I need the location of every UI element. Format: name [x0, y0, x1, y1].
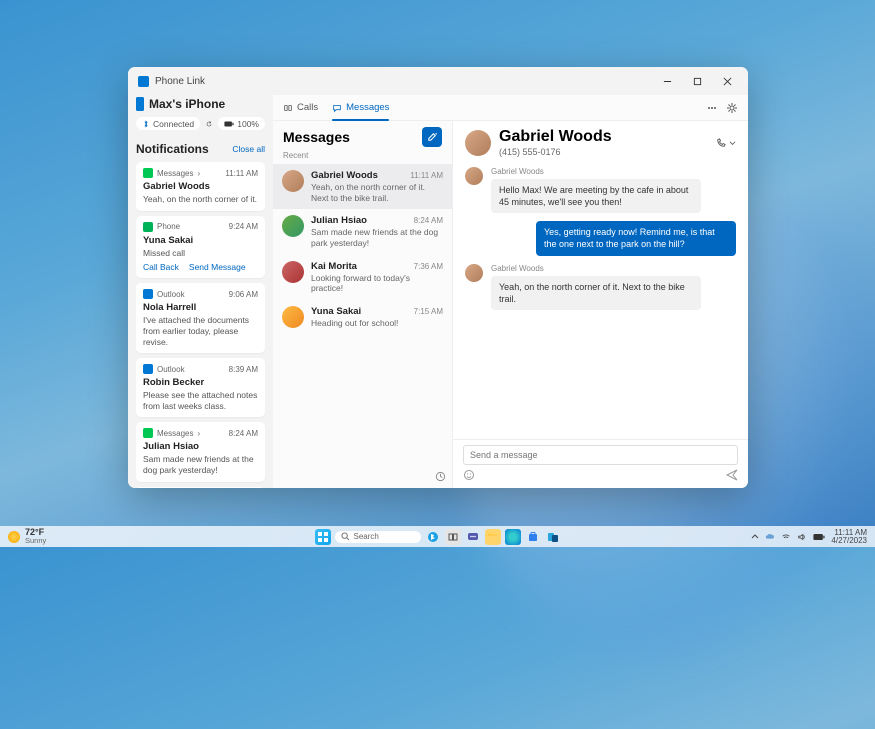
chat-app-icon[interactable]	[465, 529, 481, 545]
left-panel: Max's iPhone Connected 100% Notification…	[128, 95, 273, 488]
avatar	[282, 306, 304, 328]
notification-card[interactable]: Messages›11:11 AM Gabriel Woods Yeah, on…	[136, 162, 265, 211]
conversation-item[interactable]: Kai Morita7:36 AM Looking forward to tod…	[273, 255, 452, 300]
chat-avatar	[465, 130, 491, 156]
bing-chat-icon[interactable]	[425, 529, 441, 545]
sync-icon[interactable]	[435, 471, 446, 482]
chevron-up-icon[interactable]	[751, 533, 759, 541]
settings-icon[interactable]	[726, 102, 738, 114]
task-view-icon[interactable]	[445, 529, 461, 545]
device-status: Connected 100%	[136, 117, 265, 138]
messages-icon	[143, 428, 153, 438]
call-back-button[interactable]: Call Back	[143, 262, 179, 272]
messages-header: Messages	[283, 129, 350, 145]
notification-card[interactable]: Outlook9:06 AM Nola Harrell I've attache…	[136, 283, 265, 353]
notifications-header: Notifications	[136, 142, 209, 156]
chat-header: Gabriel Woods (415) 555-0176	[453, 121, 748, 163]
message-list: Gabriel Woods Hello Max! We are meeting …	[453, 163, 748, 439]
message-input[interactable]	[463, 445, 738, 465]
minimize-button[interactable]	[652, 67, 682, 95]
avatar	[282, 170, 304, 192]
window-title: Phone Link	[155, 76, 205, 87]
explorer-icon[interactable]	[485, 529, 501, 545]
device-header: Max's iPhone	[136, 95, 265, 117]
weather-icon	[8, 531, 20, 543]
system-tray: 11:11 AM 4/27/2023	[751, 529, 867, 545]
titlebar: Phone Link	[128, 67, 748, 95]
compose-area	[453, 439, 748, 488]
store-icon[interactable]	[525, 529, 541, 545]
notification-card[interactable]: Phone9:24 AM Yuna Sakai Missed call Call…	[136, 216, 265, 279]
phone-icon	[136, 97, 144, 111]
edge-icon[interactable]	[505, 529, 521, 545]
battery-status: 100%	[218, 117, 265, 130]
outlook-icon	[143, 289, 153, 299]
call-button[interactable]	[715, 138, 736, 149]
send-message-button[interactable]: Send Message	[189, 262, 246, 272]
message-outgoing: Yes, getting ready now! Remind me, is th…	[465, 221, 736, 255]
clock[interactable]: 11:11 AM 4/27/2023	[831, 529, 867, 545]
calls-icon	[283, 103, 293, 113]
outlook-icon	[143, 364, 153, 374]
notification-card[interactable]: Messages›8:24 AM Julian Hsiao Sam made n…	[136, 422, 265, 481]
maximize-button[interactable]	[682, 67, 712, 95]
new-message-button[interactable]	[422, 127, 442, 147]
chat-contact-name: Gabriel Woods	[499, 129, 612, 145]
chevron-down-icon	[729, 140, 736, 147]
wifi-icon[interactable]	[781, 532, 791, 542]
phone-link-window: Phone Link Max's iPhone Connected 100%	[128, 67, 748, 488]
chat-contact-phone: (415) 555-0176	[499, 147, 612, 157]
device-name: Max's iPhone	[149, 97, 225, 111]
taskbar: 72°F Sunny Search 11:11 AM 4/27/2023	[0, 526, 875, 547]
phone-icon	[715, 138, 726, 149]
app-icon	[138, 76, 149, 87]
conversation-item[interactable]: Yuna Sakai7:15 AM Heading out for school…	[273, 300, 452, 335]
volume-icon[interactable]	[797, 532, 807, 542]
conversation-item[interactable]: Gabriel Woods11:11 AM Yeah, on the north…	[273, 164, 452, 209]
emoji-icon[interactable]	[463, 469, 475, 481]
close-button[interactable]	[712, 67, 742, 95]
conversation-item[interactable]: Julian Hsiao8:24 AM Sam made new friends…	[273, 209, 452, 254]
conversation-list: Messages Recent Gabriel Woods11:11 AM Ye…	[273, 121, 453, 488]
refresh-icon[interactable]	[206, 119, 212, 129]
recent-label: Recent	[273, 149, 452, 164]
avatar	[465, 264, 483, 282]
message-incoming: Gabriel Woods Yeah, on the north corner …	[465, 264, 736, 310]
close-all-button[interactable]: Close all	[232, 144, 265, 154]
messages-icon	[143, 168, 153, 178]
notification-card[interactable]: Messages›8:23 AM Julian Hsiao Thanks for…	[136, 487, 265, 488]
search-icon	[341, 532, 350, 541]
taskbar-search[interactable]: Search	[335, 531, 421, 543]
onedrive-icon[interactable]	[765, 532, 775, 542]
tab-calls[interactable]: Calls	[283, 95, 318, 120]
phone-link-taskbar-icon[interactable]	[545, 529, 561, 545]
more-icon[interactable]	[706, 102, 718, 114]
weather-widget[interactable]: 72°F Sunny	[8, 528, 46, 545]
chat-pane: Gabriel Woods (415) 555-0176 Gabrie	[453, 121, 748, 488]
notification-card[interactable]: Outlook8:39 AM Robin Becker Please see t…	[136, 358, 265, 417]
bluetooth-status: Connected	[136, 117, 200, 130]
tab-messages[interactable]: Messages	[332, 95, 389, 120]
battery-icon[interactable]	[813, 533, 825, 541]
avatar	[282, 261, 304, 283]
start-button[interactable]	[315, 529, 331, 545]
taskbar-center: Search	[315, 529, 561, 545]
phone-app-icon	[143, 222, 153, 232]
send-icon[interactable]	[726, 469, 738, 481]
message-incoming: Gabriel Woods Hello Max! We are meeting …	[465, 167, 736, 213]
messages-tab-icon	[332, 103, 342, 113]
avatar	[465, 167, 483, 185]
tabs: Calls Messages	[273, 95, 748, 121]
avatar	[282, 215, 304, 237]
